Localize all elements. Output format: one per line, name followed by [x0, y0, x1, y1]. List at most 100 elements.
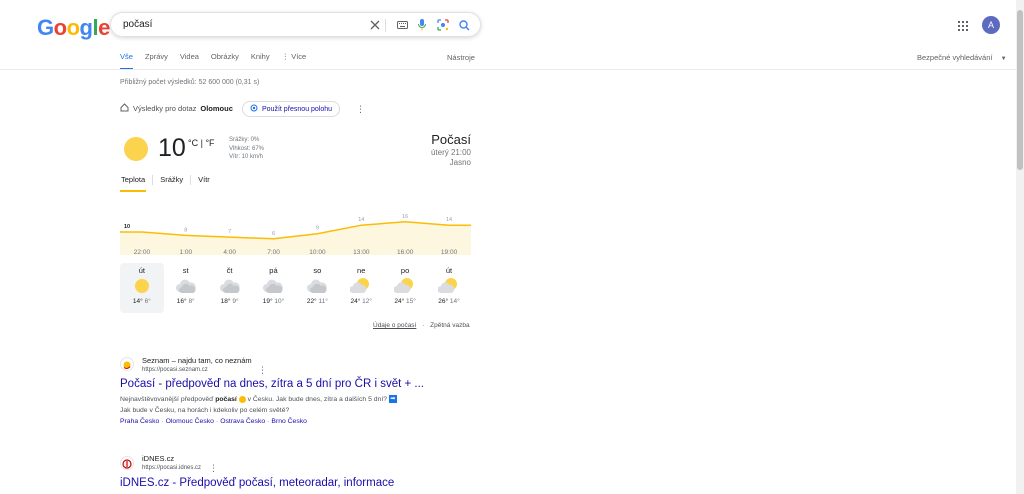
temperature-data-label: 14: [446, 217, 452, 223]
temperature-data-label: 6: [272, 231, 275, 237]
low-temp: 11°: [318, 298, 328, 305]
more-options-icon[interactable]: ⋮: [209, 463, 218, 474]
low-temp: 6°: [144, 298, 151, 305]
high-temp: 16°: [176, 298, 187, 305]
day-temps: 24° 12°: [339, 298, 383, 305]
time-tick-label: 16:00: [397, 249, 414, 256]
target-icon: [250, 104, 258, 114]
location-line: Výsledky pro dotaz Olomouc: [120, 103, 233, 114]
sitelink[interactable]: Brno Česko: [271, 418, 307, 425]
divider: [190, 175, 192, 185]
home-icon: [120, 103, 129, 114]
search-icon[interactable]: [457, 18, 471, 32]
time-tick-label: 1:00: [179, 249, 193, 256]
partly-cloudy-icon: [383, 275, 427, 297]
weather-condition: Jasno: [449, 158, 471, 167]
tab-videos[interactable]: Videa: [180, 52, 199, 70]
day-temps: 18° 9°: [208, 298, 252, 305]
safe-search-label: Bezpečné vyhledávání: [917, 53, 993, 62]
safe-search-button[interactable]: Bezpečné vyhledávání ▼: [917, 53, 1007, 62]
idnes-favicon: [120, 456, 134, 470]
low-temp: 8°: [188, 298, 195, 305]
search-box[interactable]: počasí: [110, 12, 481, 37]
day-name: st: [182, 266, 189, 275]
forecast-day[interactable]: ne 24° 12°: [339, 263, 383, 313]
apps-grid-icon[interactable]: [958, 18, 972, 32]
more-options-icon[interactable]: ⋮: [356, 104, 365, 115]
time-tick-label: 19:00: [440, 249, 458, 256]
cloud-icon: [296, 275, 340, 297]
day-temps: 24° 15°: [383, 298, 427, 305]
forecast-day[interactable]: čt 18° 9°: [208, 263, 252, 313]
cloud-icon: [252, 275, 296, 297]
time-axis: 22:00 1:00 4:00 7:00 10:00 13:00 16:00 19:00: [120, 249, 471, 259]
google-logo[interactable]: Google: [37, 15, 110, 41]
precise-location-button[interactable]: Použít přesnou polohu: [242, 101, 341, 117]
temperature-data-label: 10: [124, 224, 130, 230]
temperature-data-label: 9: [316, 226, 319, 232]
sitelink[interactable]: Olomouc Česko: [166, 418, 214, 425]
clear-icon[interactable]: [368, 18, 382, 32]
day-temps: 22° 11°: [296, 298, 340, 305]
weather-time: úterý 21:00: [430, 148, 471, 157]
avatar[interactable]: A: [982, 16, 1000, 34]
weather-title: Počasí: [431, 132, 471, 147]
high-temp: 24°: [394, 298, 405, 305]
tab-all[interactable]: Vše: [120, 52, 133, 70]
caret-down-icon: ▼: [1000, 56, 1007, 62]
tab-precipitation[interactable]: Srážky: [159, 175, 184, 192]
feedback-link[interactable]: Zpětná vazba: [430, 322, 469, 329]
partly-cloudy-icon: [339, 275, 383, 297]
snippet-text: Jak bude v Česku, na horách i kdekoliv p…: [120, 407, 290, 414]
scrollbar[interactable]: [1016, 0, 1024, 494]
time-tick-label: 22:00: [133, 249, 151, 256]
cloud-icon: [208, 275, 252, 297]
lens-icon[interactable]: [436, 18, 450, 32]
precise-location-label: Použít přesnou polohu: [262, 105, 333, 113]
tab-more[interactable]: ⋮ Více: [282, 52, 307, 70]
day-temps: 19° 10°: [252, 298, 296, 305]
tab-books[interactable]: Knihy: [251, 52, 270, 70]
tab-temperature[interactable]: Teplota: [120, 175, 147, 192]
search-input[interactable]: počasí: [123, 19, 152, 30]
wind: Vítr: 10 km/h: [229, 154, 264, 160]
low-temp: 14°: [449, 298, 460, 305]
keyboard-icon[interactable]: [395, 18, 409, 32]
humidity: Vlhkost: 67%: [229, 145, 265, 152]
more-options-icon[interactable]: ⋮: [258, 365, 267, 376]
high-temp: 22°: [306, 298, 317, 305]
tools-button[interactable]: Nástroje: [447, 53, 475, 62]
current-temperature: 10: [158, 134, 186, 162]
microphone-icon[interactable]: [415, 18, 429, 32]
forecast-day[interactable]: po 24° 15°: [383, 263, 427, 313]
snippet-text: Nejnavštěvovanější předpověď: [120, 396, 216, 403]
snippet-text: v Česku. Jak bude dnes, zítra a dalších …: [245, 396, 387, 403]
tab-wind[interactable]: Vítr: [197, 175, 211, 192]
tab-news[interactable]: Zprávy: [145, 52, 168, 70]
forecast-day[interactable]: st 16° 8°: [164, 263, 208, 313]
day-name: út: [138, 266, 145, 275]
weather-details: Srážky: 0% Vlhkost: 67% Vítr: 10 km/h: [229, 136, 264, 162]
result-url[interactable]: https://pocasi.seznam.cz: [142, 367, 208, 373]
forecast-day[interactable]: út 14° 6°: [120, 263, 164, 313]
sitelink[interactable]: Ostrava Česko: [220, 418, 265, 425]
result-title[interactable]: Počasí - předpověď na dnes, zítra a 5 dn…: [120, 378, 424, 390]
low-temp: 12°: [362, 298, 372, 305]
result-url[interactable]: https://pocasi.idnes.cz: [142, 465, 201, 471]
location-city: Olomouc: [200, 104, 233, 113]
unit-toggle[interactable]: °C | °F: [188, 138, 215, 148]
search-tabs: Vše Zprávy Videa Obrázky Knihy ⋮ Více: [120, 52, 318, 70]
weather-tabs: Teplota Srážky Vítr: [120, 175, 217, 192]
temperature-data-label: 7: [228, 229, 231, 235]
forecast-day[interactable]: so 22° 11°: [296, 263, 340, 313]
forecast-day[interactable]: pá 19° 10°: [252, 263, 296, 313]
sitelink[interactable]: Praha Česko: [120, 418, 159, 425]
scrollbar-thumb[interactable]: [1017, 10, 1023, 170]
high-temp: 19°: [262, 298, 273, 305]
location-prefix: Výsledky pro dotaz: [133, 104, 197, 113]
result-title[interactable]: iDNES.cz - Předpověď počasí, meteoradar,…: [120, 477, 394, 489]
tab-images[interactable]: Obrázky: [211, 52, 239, 70]
forecast-day[interactable]: út 26° 14°: [427, 263, 471, 313]
temperature-data-label: 8: [184, 227, 187, 233]
weather-data-link[interactable]: Údaje o počasí: [373, 322, 416, 329]
